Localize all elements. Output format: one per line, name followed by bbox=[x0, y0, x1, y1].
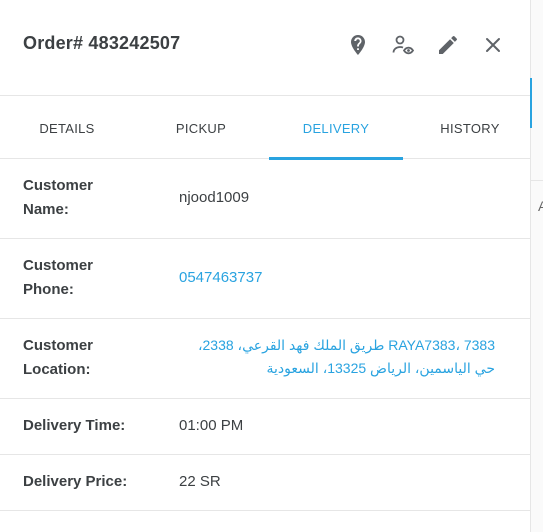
close-icon[interactable] bbox=[478, 30, 508, 60]
delivery-price-label: Delivery Price: bbox=[23, 473, 128, 490]
background-active-indicator bbox=[530, 78, 543, 128]
order-title: Order# 483242507 bbox=[23, 33, 181, 53]
delivery-time-label: Delivery Time: bbox=[23, 417, 126, 434]
tab-details[interactable]: DETAILS bbox=[0, 97, 134, 159]
customer-name-row: Customer Name: njood1009 bbox=[0, 159, 530, 239]
delivery-price-row: Delivery Price: 22 SR bbox=[0, 455, 530, 511]
customer-phone-link[interactable]: 0547463737 bbox=[179, 266, 262, 290]
delivery-price-value: 22 SR bbox=[179, 473, 221, 490]
tab-delivery[interactable]: DELIVERY bbox=[269, 97, 403, 160]
help-marker-icon[interactable] bbox=[343, 30, 373, 60]
order-details-panel: Order# 483242507 DETAILS PICKUP DELIVERY… bbox=[0, 0, 530, 532]
customer-phone-row: Customer Phone: 0547463737 bbox=[0, 239, 530, 319]
background-divider bbox=[531, 180, 543, 181]
customer-location-row: Customer Location: RAYA7383، 7383 طريق ا… bbox=[0, 319, 530, 399]
customer-name-value: njood1009 bbox=[179, 189, 250, 206]
customer-location-link[interactable]: RAYA7383، 7383 طريق الملك فهد القرعي، 23… bbox=[175, 334, 495, 380]
customer-location-label: Customer Location: bbox=[23, 337, 94, 378]
customer-phone-label: Customer Phone: bbox=[23, 257, 94, 298]
tab-pickup[interactable]: PICKUP bbox=[134, 97, 268, 159]
panel-header: Order# 483242507 bbox=[0, 0, 530, 96]
customer-name-label: Customer Name: bbox=[23, 177, 94, 218]
background-text-fragment: A bbox=[538, 198, 543, 214]
tab-history[interactable]: HISTORY bbox=[403, 97, 537, 159]
tab-bar: DETAILS PICKUP DELIVERY HISTORY bbox=[0, 97, 530, 160]
person-view-icon[interactable] bbox=[388, 30, 418, 60]
pencil-icon[interactable] bbox=[433, 30, 463, 60]
delivery-time-row: Delivery Time: 01:00 PM bbox=[0, 399, 530, 455]
delivery-time-value: 01:00 PM bbox=[179, 417, 244, 434]
